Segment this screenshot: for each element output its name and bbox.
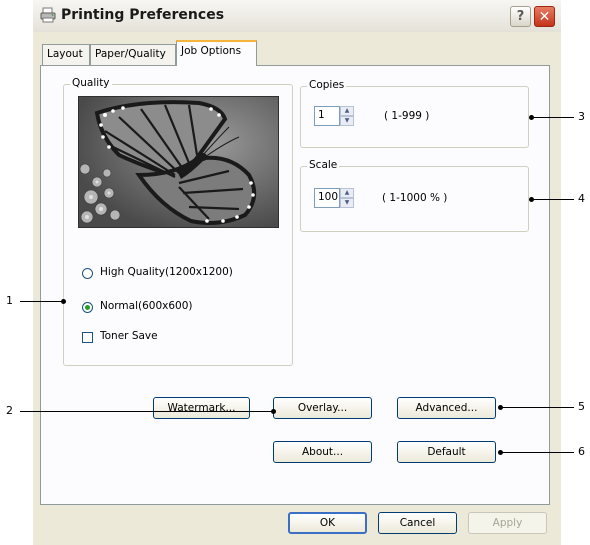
callout-dot bbox=[271, 409, 276, 414]
callout-number: 6 bbox=[578, 445, 585, 458]
scale-input[interactable]: 100 bbox=[314, 188, 340, 208]
overlay-button[interactable]: Overlay... bbox=[273, 397, 372, 419]
normal-quality-radio[interactable] bbox=[82, 302, 93, 313]
copies-spinner[interactable]: ▲ ▼ bbox=[340, 106, 354, 126]
callout-dot bbox=[529, 115, 534, 120]
callout-dot bbox=[498, 450, 503, 455]
help-button[interactable]: ? bbox=[510, 6, 531, 27]
apply-button[interactable]: Apply bbox=[468, 512, 547, 534]
toner-save-label: Toner Save bbox=[100, 330, 158, 342]
advanced-button[interactable]: Advanced... bbox=[397, 397, 496, 419]
scale-group-label: Scale bbox=[307, 159, 340, 171]
help-icon: ? bbox=[516, 9, 525, 24]
butterfly-illustration bbox=[79, 97, 278, 227]
title-bar: Printing Preferences ? ✕ bbox=[33, 0, 561, 32]
scale-range: ( 1-1000 % ) bbox=[382, 192, 448, 204]
cancel-button[interactable]: Cancel bbox=[378, 512, 457, 534]
callout-line bbox=[500, 452, 574, 453]
butterfly-image bbox=[78, 96, 279, 228]
close-icon: ✕ bbox=[538, 8, 551, 25]
callout-line bbox=[530, 199, 574, 200]
default-button[interactable]: Default bbox=[397, 441, 496, 463]
callout-line bbox=[20, 301, 64, 302]
watermark-button[interactable]: Watermark... bbox=[153, 397, 250, 419]
callout-dot bbox=[529, 197, 534, 202]
printer-icon bbox=[40, 7, 56, 23]
scale-spinner[interactable]: ▲ ▼ bbox=[340, 188, 354, 208]
toner-save-checkbox[interactable] bbox=[82, 332, 93, 343]
callout-number: 5 bbox=[578, 400, 585, 413]
ok-button[interactable]: OK bbox=[288, 512, 367, 534]
close-button[interactable]: ✕ bbox=[534, 6, 555, 27]
callout-line bbox=[20, 411, 274, 412]
callout-number: 2 bbox=[6, 404, 13, 417]
scale-down-arrow-icon[interactable]: ▼ bbox=[340, 198, 354, 208]
callout-line bbox=[500, 407, 574, 408]
high-quality-radio[interactable] bbox=[82, 268, 93, 279]
copies-range: ( 1-999 ) bbox=[384, 110, 430, 122]
callout-number: 3 bbox=[578, 110, 585, 123]
radio-selected-dot bbox=[85, 305, 90, 310]
copies-down-arrow-icon[interactable]: ▼ bbox=[340, 116, 354, 126]
callout-dot bbox=[498, 405, 503, 410]
tab-job-options[interactable]: Job Options bbox=[176, 40, 257, 66]
tab-layout[interactable]: Layout bbox=[42, 44, 90, 65]
window-title: Printing Preferences bbox=[61, 7, 225, 23]
callout-number: 4 bbox=[578, 192, 585, 205]
copies-input[interactable]: 1 bbox=[314, 106, 340, 126]
copies-up-arrow-icon[interactable]: ▲ bbox=[340, 106, 354, 116]
callout-number: 1 bbox=[6, 294, 13, 307]
tab-paper-quality[interactable]: Paper/Quality bbox=[90, 44, 176, 65]
high-quality-label: High Quality(1200x1200) bbox=[100, 266, 233, 278]
callout-line bbox=[530, 117, 574, 118]
about-button[interactable]: About... bbox=[273, 441, 372, 463]
normal-quality-label: Normal(600x600) bbox=[100, 300, 193, 312]
callout-dot bbox=[61, 299, 66, 304]
quality-group-label: Quality bbox=[70, 77, 112, 89]
scale-up-arrow-icon[interactable]: ▲ bbox=[340, 188, 354, 198]
copies-group-label: Copies bbox=[307, 79, 347, 91]
